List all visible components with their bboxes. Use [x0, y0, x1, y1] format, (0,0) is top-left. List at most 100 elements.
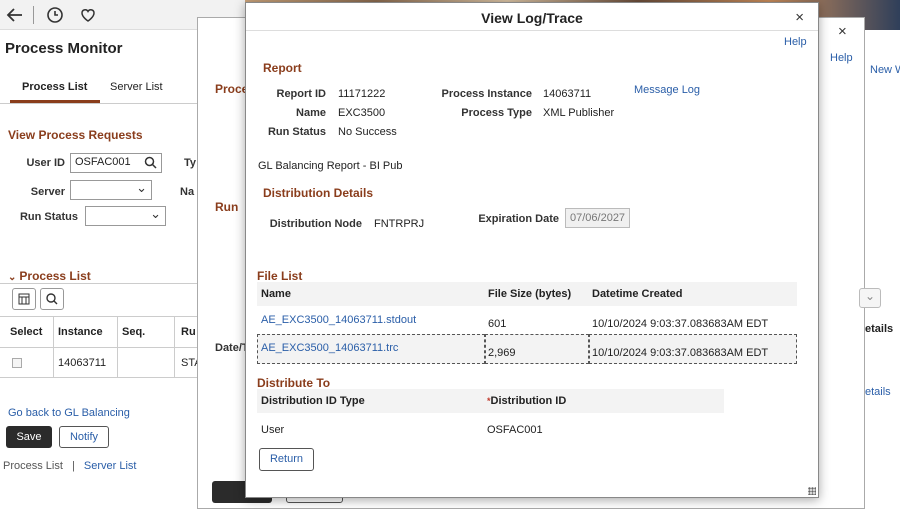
distribution-details-heading: Distribution Details	[263, 186, 374, 200]
footer-process-list-link[interactable]: Process List	[3, 460, 63, 472]
process-list-heading[interactable]: ⌄ Process List	[8, 269, 91, 283]
server-label: Server	[30, 186, 65, 198]
details-header: etails	[865, 323, 894, 335]
chevron-down-icon[interactable]: ⌄	[859, 288, 881, 308]
close-icon[interactable]: ×	[795, 9, 804, 26]
divider	[0, 283, 197, 284]
table-row: User OSFAC001	[257, 413, 724, 447]
view-requests-heading: View Process Requests	[8, 128, 143, 142]
row-checkbox[interactable]	[12, 358, 22, 368]
dist-col-id-label: Distribution ID	[490, 395, 567, 407]
tab-server-list[interactable]: Server List	[110, 81, 163, 93]
divider	[117, 316, 118, 378]
mid-help-link[interactable]: Help	[830, 52, 853, 64]
name-label: Name	[296, 107, 326, 119]
col-select: Select	[10, 326, 43, 338]
expiration-date-field: 07/06/2027	[565, 208, 630, 228]
col-seq: Seq.	[122, 326, 146, 338]
process-grid-header: Select Instance Seq. Ru	[0, 316, 197, 348]
user-id-input[interactable]: OSFAC001	[70, 153, 162, 173]
run-status-label: Run Status	[19, 211, 78, 223]
name-label: Na	[180, 186, 195, 198]
file-created: 10/10/2024 9:03:37.083683AM EDT	[592, 347, 769, 359]
dist-type-value: User	[261, 424, 285, 436]
file-link[interactable]: AE_EXC3500_14063711.stdout	[261, 314, 416, 326]
search-icon[interactable]	[40, 288, 64, 310]
run-status-label: Run Status	[267, 126, 326, 138]
datetime-label: Date/T	[215, 342, 249, 354]
back-to-gl-link[interactable]: Go back to GL Balancing	[8, 407, 130, 419]
table-row: AE_EXC3500_14063711.stdout 601 10/10/202…	[257, 306, 797, 334]
footer-separator: |	[71, 460, 75, 472]
footer-server-list-link[interactable]: Server List	[84, 460, 137, 472]
dist-col-type: Distribution ID Type	[261, 395, 365, 407]
server-select[interactable]	[70, 180, 152, 200]
file-col-name: Name	[261, 288, 291, 300]
divider	[0, 103, 197, 104]
report-description: GL Balancing Report - BI Pub	[258, 160, 403, 172]
file-col-size: File Size (bytes)	[488, 288, 572, 300]
background-right-strip: New W ⌄ etails etails	[859, 30, 900, 509]
report-id-value: 11171222	[338, 88, 386, 100]
notify-button[interactable]: Notify	[59, 426, 109, 448]
user-id-value: OSFAC001	[75, 156, 131, 168]
distribution-node-label: Distribution Node	[269, 218, 362, 230]
report-heading: Report	[263, 61, 302, 75]
return-button[interactable]: Return	[259, 448, 314, 471]
message-log-link[interactable]: Message Log	[634, 84, 700, 96]
toolbar-divider	[33, 6, 34, 24]
footer-links: Process List | Server List	[3, 460, 136, 472]
page-title: Process Monitor	[5, 40, 123, 57]
modal-header: View Log/Trace ×	[246, 3, 818, 31]
report-id-label: Report ID	[276, 88, 327, 100]
run-status-select[interactable]	[85, 206, 166, 226]
help-link[interactable]: Help	[784, 36, 807, 48]
process-type-label: Process Type	[461, 107, 532, 119]
file-list-heading: File List	[257, 269, 303, 283]
file-col-datetime: Datetime Created	[592, 288, 683, 300]
name-value: EXC3500	[338, 107, 386, 119]
table-row: AE_EXC3500_14063711.trc 2,969 10/10/2024…	[257, 334, 797, 364]
dist-id-value: OSFAC001	[487, 424, 543, 436]
table-row: 14063711 STA	[0, 348, 202, 378]
distribute-to-header: Distribution ID Type *Distribution ID	[257, 389, 724, 413]
process-list-title: Process List	[19, 269, 91, 283]
save-button[interactable]: Save	[6, 426, 52, 448]
dist-col-id: *Distribution ID	[487, 395, 566, 407]
user-id-label: User ID	[26, 157, 65, 169]
col-run: Ru	[181, 326, 196, 338]
file-link[interactable]: AE_EXC3500_14063711.trc	[261, 342, 398, 354]
distribution-node-value: FNTRPRJ	[374, 218, 425, 230]
process-type-value: XML Publisher	[543, 107, 615, 119]
run-label: Run	[215, 200, 239, 214]
divider	[174, 316, 175, 378]
process-instance-label: Process Instance	[441, 88, 533, 100]
process-instance-value: 14063711	[543, 88, 592, 100]
col-instance: Instance	[58, 326, 103, 338]
mid-close-icon[interactable]: ×	[838, 23, 847, 40]
row-instance: 14063711	[58, 357, 107, 369]
heart-icon[interactable]	[78, 5, 98, 25]
file-size: 601	[488, 318, 507, 330]
view-log-trace-modal: View Log/Trace × Help Report Report ID 1…	[245, 2, 819, 498]
process-label: Proce	[215, 82, 249, 96]
tab-process-list[interactable]: Process List	[22, 81, 87, 93]
type-label: Ty	[184, 157, 197, 169]
details-link[interactable]: etails	[865, 386, 891, 398]
file-created: 10/10/2024 9:03:37.083683AM EDT	[592, 318, 769, 330]
run-status-value: No Success	[338, 126, 397, 138]
expiration-date-label: Expiration Date	[478, 213, 559, 225]
tab-bar: Process List Server List	[10, 78, 195, 103]
distribute-to-heading: Distribute To	[257, 376, 331, 390]
file-size: 2,969	[488, 347, 516, 359]
clock-icon[interactable]	[45, 5, 65, 25]
resize-handle[interactable]	[808, 487, 816, 495]
modal-title: View Log/Trace	[481, 10, 583, 26]
back-arrow-icon[interactable]	[5, 5, 25, 25]
search-icon[interactable]	[144, 156, 157, 172]
chevron-down-icon[interactable]: ⌄	[8, 272, 16, 283]
file-list-header: Name File Size (bytes) Datetime Created	[257, 282, 797, 306]
divider	[53, 316, 54, 378]
new-window-link[interactable]: New W	[870, 64, 900, 76]
grid-view-icon[interactable]	[12, 288, 36, 310]
